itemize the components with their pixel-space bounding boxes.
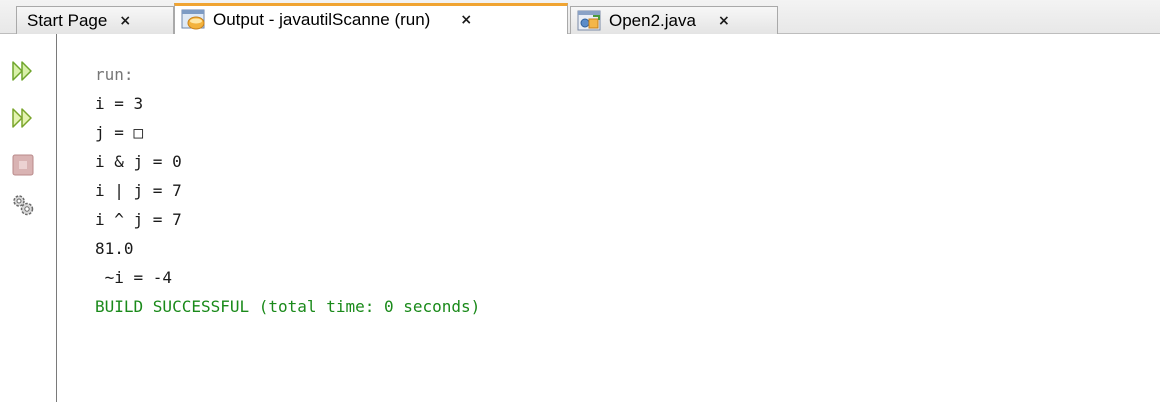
settings-button[interactable]	[10, 194, 36, 220]
console-line-run: run:	[95, 65, 134, 84]
rerun-icon	[11, 59, 35, 87]
console-line: i & j = 0	[95, 152, 182, 171]
console-line: i ^ j = 7	[95, 210, 182, 229]
build-status-line: BUILD SUCCESSFUL (total time: 0 seconds)	[95, 297, 481, 316]
ide-output-window: Start Page × Output - javautilScanne (ru…	[0, 0, 1160, 402]
rerun-with-options-icon	[11, 106, 35, 134]
stop-button[interactable]	[10, 154, 36, 180]
close-icon[interactable]: ×	[460, 12, 472, 28]
output-toolbar	[0, 34, 57, 402]
settings-icon	[11, 193, 35, 221]
output-window-icon	[181, 9, 207, 31]
tab-label: Start Page	[27, 10, 108, 30]
tab-label: Open2.java	[609, 10, 696, 30]
console-line: j = □	[95, 123, 144, 142]
tab-start-page[interactable]: Start Page ×	[16, 6, 174, 34]
rerun-button[interactable]	[10, 60, 36, 86]
console-output[interactable]: run: i = 3 j = □ i & j = 0 i | j = 7 i ^…	[95, 60, 480, 321]
editor-tab-bar: Start Page × Output - javautilScanne (ru…	[0, 0, 1160, 34]
console-line: 81.0	[95, 239, 134, 258]
console-line: i | j = 7	[95, 181, 182, 200]
rerun-with-options-button[interactable]	[10, 107, 36, 133]
tab-output[interactable]: Output - javautilScanne (run) ×	[174, 3, 568, 34]
java-file-icon	[577, 10, 603, 32]
close-icon[interactable]: ×	[119, 13, 131, 29]
stop-icon	[11, 153, 35, 181]
console-line: ~i = -4	[95, 268, 173, 287]
tab-label: Output - javautilScanne (run)	[213, 10, 431, 29]
tab-open2-java[interactable]: Open2.java ×	[570, 6, 778, 34]
close-icon[interactable]: ×	[718, 13, 730, 29]
console-line: i = 3	[95, 94, 144, 113]
